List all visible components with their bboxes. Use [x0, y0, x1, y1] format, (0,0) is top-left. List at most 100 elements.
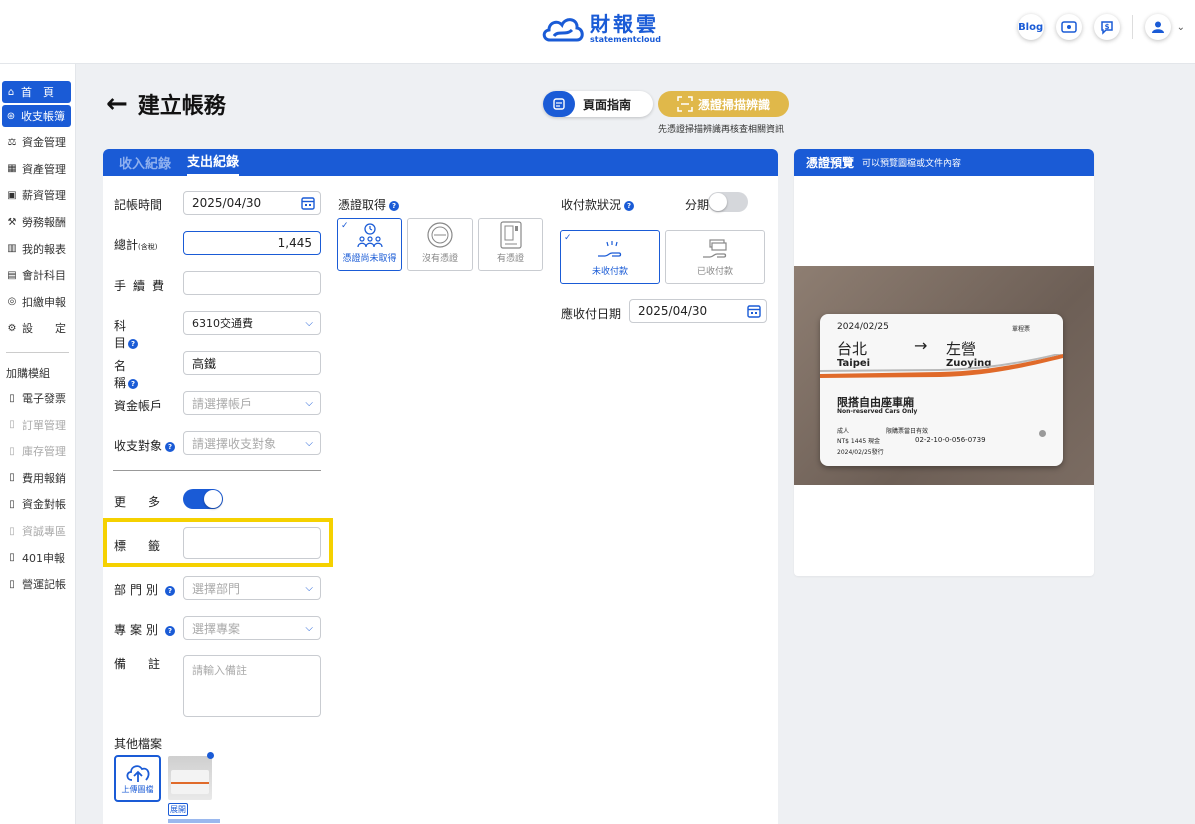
total-input[interactable]: 1,445	[183, 231, 321, 255]
dept-select[interactable]: 選擇部門 ⌵	[183, 576, 321, 600]
voucher-label: 憑證取得?	[338, 196, 400, 213]
sidebar-item-labor[interactable]: ⚒ 勞務報酬	[0, 209, 75, 236]
dept-placeholder: 選擇部門	[192, 581, 241, 596]
info-icon[interactable]: ?	[128, 338, 139, 349]
voucher-preview-panel: 憑證預覽 可以預覽圖檔或文件內容 2024/02/25 單程票 台北 → 左營 …	[794, 149, 1094, 576]
fee-input[interactable]	[183, 271, 321, 295]
info-icon[interactable]: ?	[165, 625, 176, 636]
sidebar-item-account[interactable]: ▤ 會計科目	[0, 262, 75, 289]
name-value: 高鐵	[192, 356, 217, 371]
calendar-icon[interactable]	[747, 304, 761, 318]
sidebar-group-title: 加購模組	[6, 366, 50, 380]
document-icon: ▯	[9, 525, 15, 537]
fee-label: 手續費	[114, 279, 172, 293]
ticket-button[interactable]	[1055, 14, 1082, 40]
sidebar-item-label: 薪資管理	[22, 189, 66, 203]
attachment-thumbnail[interactable]	[168, 756, 212, 800]
sidebar-item-label: 資金對帳	[22, 498, 66, 512]
account-select[interactable]: 請選擇帳戶 ⌵	[183, 391, 321, 415]
sidebar-item-asset[interactable]: ▦ 資產管理	[0, 156, 75, 183]
tag-input[interactable]	[183, 527, 321, 559]
more-toggle[interactable]	[183, 489, 223, 509]
chat-dollar-icon: $	[1100, 21, 1113, 35]
due-date-input[interactable]: 2025/04/30	[629, 299, 767, 323]
voucher-option-none[interactable]: 沒有憑證	[407, 218, 473, 271]
counterparty-select[interactable]: 請選擇收支對象 ⌵	[183, 431, 321, 455]
user-menu-chevron-icon[interactable]: ⌄	[1177, 22, 1185, 33]
payment-option-unpaid[interactable]: ✓ 未收付款	[560, 230, 660, 284]
total-label-text: 總計	[114, 238, 139, 252]
tab-income[interactable]: 收入紀錄	[119, 153, 171, 176]
blog-button[interactable]: Blog	[1017, 14, 1044, 40]
sidebar-item-withholding[interactable]: ◎ 扣繳申報	[0, 289, 75, 316]
expand-button[interactable]: 展開	[168, 803, 188, 816]
date-input[interactable]: 2025/04/30	[183, 191, 321, 215]
note-textarea[interactable]: 請輸入備註	[183, 655, 321, 717]
sidebar-item-inventory[interactable]: ▯ 庫存管理	[0, 438, 75, 465]
page-guide-button[interactable]: 頁面指南	[543, 91, 653, 117]
toggle-knob	[709, 193, 727, 211]
scan-voucher-label: 憑證掃描辨識	[697, 97, 770, 112]
scan-voucher-button[interactable]: 憑證掃描辨識	[658, 91, 789, 117]
sidebar-item-operations[interactable]: ▯ 營運記帳	[0, 571, 75, 598]
payment-option-paid[interactable]: 已收付款	[665, 230, 765, 284]
ticket-issued: 2024/02/25發行	[837, 449, 884, 456]
installment-toggle[interactable]	[708, 192, 748, 212]
support-button[interactable]: $	[1093, 14, 1120, 40]
remove-attachment-icon[interactable]	[207, 752, 214, 759]
sidebar-item-einvoice[interactable]: ▯ 電子發票	[0, 385, 75, 412]
sidebar-item-fund[interactable]: ⚖ 資金管理	[0, 129, 75, 156]
due-date-value: 2025/04/30	[638, 304, 708, 318]
chevron-down-icon: ⌵	[305, 623, 313, 634]
sidebar-item-reconcile[interactable]: ▯ 資金對帳	[0, 491, 75, 518]
hand-cash-icon	[703, 239, 727, 258]
payment-status-label-text: 收付款狀況	[561, 198, 622, 212]
sidebar: ⌂ 首 頁 ⊛ 收支帳簿 ⚖ 資金管理 ▦ 資產管理 ▣ 薪資管理 ⚒ 勞務報酬 ▥ 我的報表…	[0, 64, 76, 824]
sidebar-item-settings[interactable]: ⚙ 設 定	[0, 315, 75, 342]
svg-text:$: $	[1104, 23, 1109, 31]
sidebar-item-401[interactable]: ▯ 401申報	[0, 544, 75, 571]
sidebar-item-label: 扣繳申報	[22, 295, 66, 309]
settings-icon: ⚙	[7, 322, 17, 334]
logo-chinese-text: 財報雲	[590, 12, 659, 36]
info-icon[interactable]: ?	[165, 585, 176, 596]
upload-button[interactable]: 上傳圖檔	[114, 755, 161, 802]
info-icon[interactable]: ?	[624, 200, 635, 211]
sidebar-item-orders[interactable]: ▯ 訂單管理	[0, 411, 75, 438]
payment-status-label: 收付款狀況?	[561, 196, 635, 213]
total-value: 1,445	[277, 236, 312, 250]
name-input[interactable]: 高鐵	[183, 351, 321, 375]
voucher-option-pending[interactable]: ✓ 憑證尚未取得	[337, 218, 402, 271]
upload-label: 上傳圖檔	[121, 785, 154, 794]
info-icon[interactable]: ?	[165, 441, 176, 452]
sidebar-item-label: 首 頁	[21, 86, 54, 99]
ticket-icon	[1060, 21, 1077, 33]
subject-select[interactable]: 6310交通費 ⌵	[183, 311, 321, 335]
ledger-icon: ⊛	[6, 110, 16, 122]
calendar-icon[interactable]	[301, 196, 315, 210]
back-arrow-icon[interactable]: ←	[106, 89, 128, 119]
home-icon: ⌂	[7, 86, 15, 98]
sidebar-item-label: 401申報	[22, 551, 65, 565]
sidebar-item-payroll[interactable]: ▣ 薪資管理	[0, 182, 75, 209]
user-avatar[interactable]	[1144, 14, 1171, 40]
project-placeholder: 選擇專案	[192, 621, 241, 636]
sidebar-item-label: 勞務報酬	[22, 216, 66, 230]
counterparty-placeholder: 請選擇收支對象	[192, 436, 277, 451]
receipt-icon	[499, 221, 522, 249]
account-icon: ▤	[7, 269, 17, 281]
info-icon[interactable]: ?	[389, 200, 400, 211]
project-select[interactable]: 選擇專案 ⌵	[183, 616, 321, 640]
sidebar-item-report[interactable]: ▥ 我的報表	[0, 235, 75, 262]
tab-expense[interactable]: 支出紀錄	[187, 151, 240, 176]
sidebar-item-pwc[interactable]: ▯ 資誠專區	[0, 518, 75, 545]
voucher-option-label: 沒有憑證	[421, 254, 458, 264]
sidebar-item-ledger[interactable]: ⊛ 收支帳簿	[2, 105, 71, 127]
sidebar-item-label: 資誠專區	[22, 525, 66, 539]
document-icon: ▯	[9, 578, 15, 590]
app-logo[interactable]: 財報雲 statementcloud	[540, 12, 661, 46]
sidebar-item-expense[interactable]: ▯ 費用報銷	[0, 465, 75, 492]
voucher-option-have[interactable]: 有憑證	[478, 218, 543, 271]
sidebar-item-home[interactable]: ⌂ 首 頁	[2, 81, 71, 103]
info-icon[interactable]: ?	[128, 378, 139, 389]
